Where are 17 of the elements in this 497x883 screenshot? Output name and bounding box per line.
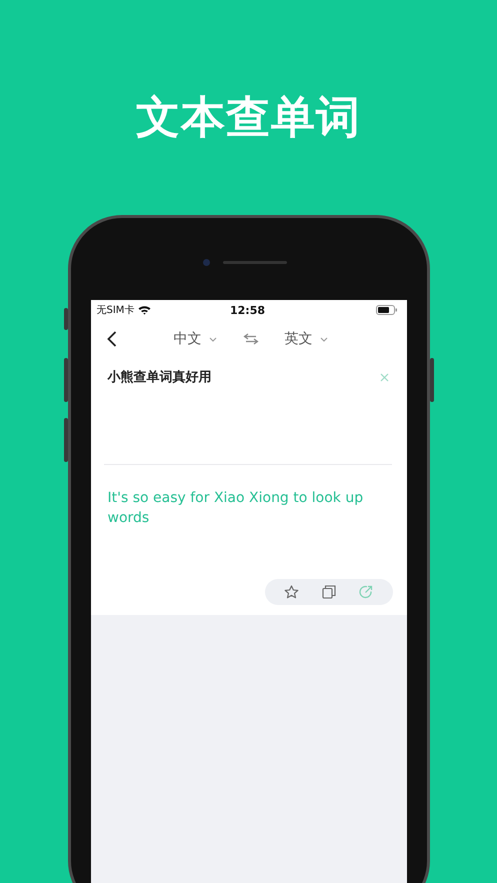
caret-icon	[320, 336, 328, 342]
clock-time: 12:58	[230, 304, 265, 316]
star-icon[interactable]	[284, 585, 299, 599]
language-dropdown[interactable]: 中文	[174, 330, 216, 348]
headline: 文本查单词	[136, 91, 361, 145]
input-field[interactable]: 小熊查单词真好用	[108, 368, 212, 386]
carrier-label: 无SIM卡	[96, 304, 134, 317]
caret-icon	[208, 336, 216, 342]
camera-icon	[202, 259, 210, 266]
copy-icon[interactable]	[322, 585, 336, 599]
speaker-grille	[222, 261, 286, 264]
translation-text: It's so easy for Xiao Xiong to look up words	[108, 489, 364, 528]
swap-icon[interactable]	[242, 333, 258, 345]
wifi-icon	[138, 305, 152, 315]
language-dropdown[interactable]: 英文	[284, 330, 328, 348]
back-icon[interactable]	[106, 331, 116, 347]
battery-icon	[376, 305, 398, 315]
